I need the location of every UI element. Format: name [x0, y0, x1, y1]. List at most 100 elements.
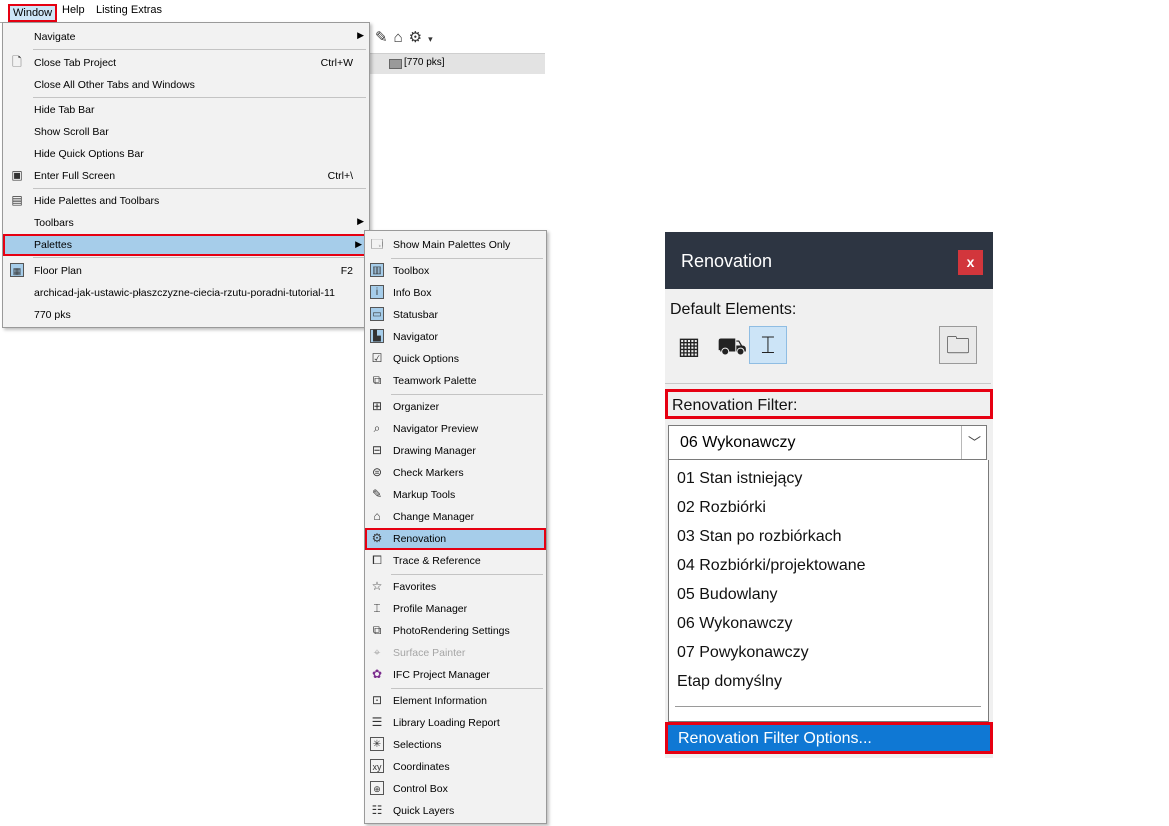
palette-item-profile-manager[interactable]: ⌶ Profile Manager: [365, 598, 546, 620]
menu-item-toolbars[interactable]: Toolbars ▶: [3, 212, 369, 234]
renovation-filter-select[interactable]: 06 Wykonawczy ﹀: [668, 425, 987, 460]
menu-item-label: Organizer: [393, 401, 440, 413]
renovation-icon[interactable]: ⚙: [409, 29, 428, 46]
filter-option[interactable]: Etap domyślny: [677, 673, 782, 691]
change-manager-icon[interactable]: ⌂: [394, 29, 409, 46]
markup-pen-icon[interactable]: ✎: [375, 29, 394, 46]
menu-item-label: Hide Quick Options Bar: [34, 148, 144, 160]
palette-item-element-information[interactable]: ⊡ Element Information: [365, 690, 546, 712]
demolish-element-icon[interactable]: ⛟: [713, 328, 751, 366]
menu-item-label: Element Information: [393, 695, 487, 707]
palette-item-drawing-manager[interactable]: ⊟ Drawing Manager: [365, 440, 546, 462]
menu-separator: [391, 394, 543, 395]
palette-item-check-markers[interactable]: ⊜ Check Markers: [365, 462, 546, 484]
menu-item-navigate[interactable]: Navigate ▶: [3, 26, 369, 48]
menu-separator: [391, 258, 543, 259]
menu-item-floor-plan[interactable]: ▦ Floor Plan F2: [3, 260, 369, 282]
trace-reference-icon: ⧠: [372, 553, 382, 567]
palette-item-trace-reference[interactable]: ⧠ Trace & Reference: [365, 550, 546, 572]
menu-item-label: Hide Tab Bar: [34, 104, 95, 116]
palette-title: Renovation: [681, 251, 773, 271]
markup-tools-icon: ✎: [371, 487, 383, 501]
ifc-icon: ✿: [371, 667, 383, 681]
menu-item-label: Info Box: [393, 287, 432, 299]
palette-item-navigator-preview[interactable]: ⌕ Navigator Preview: [365, 418, 546, 440]
shortcut-label: Ctrl+\: [327, 170, 353, 182]
menu-item-label: Floor Plan: [34, 265, 82, 277]
menu-item-close-all[interactable]: Close All Other Tabs and Windows: [3, 74, 369, 96]
menu-item-label: Enter Full Screen: [34, 170, 116, 182]
teamwork-icon: ⧉: [372, 373, 382, 387]
folders-icon[interactable]: 🗀: [939, 326, 977, 364]
library-report-icon: ☰: [371, 715, 383, 729]
close-tab-icon: 🗋: [12, 55, 22, 69]
menu-item-hide-palettes[interactable]: ▤ Hide Palettes and Toolbars: [3, 190, 369, 212]
menu-window[interactable]: Window: [8, 4, 58, 22]
menu-item-palettes[interactable]: Palettes ▶: [3, 234, 369, 256]
menu-item-hide-tab-bar[interactable]: Hide Tab Bar: [3, 99, 369, 121]
palette-item-library-loading-report[interactable]: ☰ Library Loading Report: [365, 712, 546, 734]
palette-item-selections[interactable]: ✳ Selections: [365, 734, 546, 756]
close-button[interactable]: x: [958, 250, 983, 275]
palette-item-teamwork[interactable]: ⧉ Teamwork Palette: [365, 370, 546, 392]
menu-item-enter-full-screen[interactable]: ▣ Enter Full Screen Ctrl+\: [3, 165, 369, 187]
palette-item-ifc-project-manager[interactable]: ✿ IFC Project Manager: [365, 664, 546, 686]
renovation-filter-label-box: Renovation Filter:: [665, 389, 993, 419]
menu-separator: [33, 97, 366, 98]
menu-item-label: archicad-jak-ustawic-płaszczyzne-ciecia-…: [34, 287, 335, 299]
palette-item-renovation[interactable]: ⚙ Renovation: [365, 528, 546, 550]
palette-item-photorendering[interactable]: ⧉ PhotoRendering Settings: [365, 620, 546, 642]
menu-item-close-tab[interactable]: 🗋 Close Tab Project Ctrl+W: [3, 52, 369, 74]
default-elements-label: Default Elements:: [670, 301, 797, 318]
palette-item-control-box[interactable]: ⊕ Control Box: [365, 778, 546, 800]
tab-project[interactable]: [770 pks]: [404, 57, 445, 68]
menu-separator: [391, 574, 543, 575]
menu-item-hide-quick-options[interactable]: Hide Quick Options Bar: [3, 143, 369, 165]
menu-item-label: Markup Tools: [393, 489, 456, 501]
filter-option[interactable]: 05 Budowlany: [677, 586, 778, 604]
menu-item-label: Close All Other Tabs and Windows: [34, 79, 195, 91]
palette-item-favorites[interactable]: ☆ Favorites: [365, 576, 546, 598]
menu-help[interactable]: Help: [62, 4, 85, 16]
change-manager-icon: ⌂: [373, 509, 381, 523]
menu-item-label: Palettes: [34, 239, 72, 251]
palette-item-coordinates[interactable]: xy Coordinates: [365, 756, 546, 778]
filter-options-label: Renovation Filter Options...: [678, 730, 872, 747]
dropdown-arrow-icon[interactable]: ▾: [428, 34, 439, 44]
filter-option[interactable]: 06 Wykonawczy: [677, 615, 792, 633]
palette-item-quick-layers[interactable]: ☷ Quick Layers: [365, 800, 546, 822]
menu-item-770-pks[interactable]: 770 pks: [3, 304, 369, 326]
divider: [665, 383, 991, 384]
filter-option[interactable]: 02 Rozbiórki: [677, 499, 766, 517]
palette-item-surface-painter: ⌖ Surface Painter: [365, 642, 546, 664]
palette-item-change-manager[interactable]: ⌂ Change Manager: [365, 506, 546, 528]
floor-plan-icon: ▦: [10, 263, 24, 277]
filter-option[interactable]: 01 Stan istniejący: [677, 470, 802, 488]
palette-item-show-main[interactable]: 🗔 Show Main Palettes Only: [365, 234, 546, 256]
menu-item-tutorial[interactable]: archicad-jak-ustawic-płaszczyzne-ciecia-…: [3, 282, 369, 304]
menu-item-label: Navigator: [393, 331, 438, 343]
menu-item-show-scroll-bar[interactable]: Show Scroll Bar: [3, 121, 369, 143]
palette-item-organizer[interactable]: ⊞ Organizer: [365, 396, 546, 418]
chevron-down-icon[interactable]: ﹀: [961, 426, 987, 459]
menu-item-label: Coordinates: [393, 761, 450, 773]
palette-item-statusbar[interactable]: ▭ Statusbar: [365, 304, 546, 326]
menu-listing-extras[interactable]: Listing Extras: [96, 4, 162, 16]
palette-item-quick-options[interactable]: ☑ Quick Options: [365, 348, 546, 370]
existing-element-icon[interactable]: ▦: [670, 328, 708, 366]
menu-item-label: 770 pks: [34, 309, 71, 321]
filter-option[interactable]: 07 Powykonawczy: [677, 644, 809, 662]
palette-item-navigator[interactable]: ▙ Navigator: [365, 326, 546, 348]
renovation-filter-options-item[interactable]: Renovation Filter Options...: [665, 722, 993, 754]
filter-option[interactable]: 04 Rozbiórki/projektowane: [677, 557, 866, 575]
palette-item-toolbox[interactable]: ▥ Toolbox: [365, 260, 546, 282]
new-element-icon[interactable]: ⌶: [749, 326, 787, 364]
selections-icon: ✳: [370, 737, 384, 751]
palettes-icon: ▤: [11, 193, 23, 207]
palette-item-markup-tools[interactable]: ✎ Markup Tools: [365, 484, 546, 506]
palette-item-info-box[interactable]: i Info Box: [365, 282, 546, 304]
filter-option[interactable]: 03 Stan po rozbiórkach: [677, 528, 842, 546]
shortcut-label: F2: [340, 265, 353, 277]
star-icon: ☆: [371, 579, 383, 593]
toolbar-icons: ✎⌂⚙▾: [375, 28, 439, 46]
